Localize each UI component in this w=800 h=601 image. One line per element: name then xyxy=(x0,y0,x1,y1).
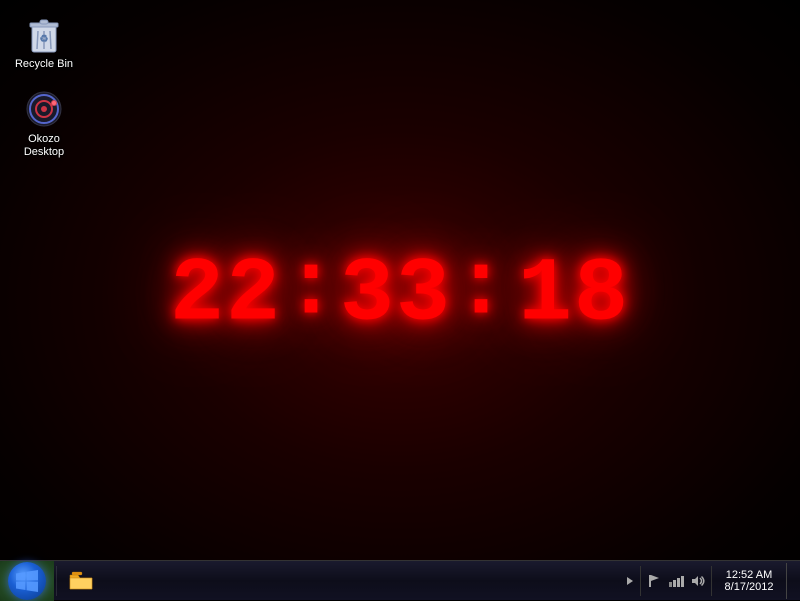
action-center-icon[interactable] xyxy=(645,572,663,590)
recycle-bin-icon[interactable]: ♻ Recycle Bin xyxy=(9,10,79,75)
windows-orb xyxy=(8,562,46,600)
taskbar-separator-1 xyxy=(56,566,57,596)
volume-icon[interactable] xyxy=(689,572,707,590)
clock-colon2: : xyxy=(454,245,508,335)
taskbar: 12:52 AM 8/17/2012 xyxy=(0,560,800,600)
clock-colon1: : xyxy=(284,245,338,335)
okozo-image xyxy=(24,89,64,129)
tray-date: 8/17/2012 xyxy=(725,581,774,593)
system-tray: 12:52 AM 8/17/2012 xyxy=(622,563,800,599)
tray-clock[interactable]: 12:52 AM 8/17/2012 xyxy=(714,569,784,593)
tray-icons-group xyxy=(640,566,712,596)
network-icon[interactable] xyxy=(667,572,685,590)
svg-text:♻: ♻ xyxy=(40,34,49,45)
clock-seconds: 18 xyxy=(518,251,630,341)
tray-time: 12:52 AM xyxy=(726,569,772,581)
start-button[interactable] xyxy=(0,561,54,601)
clock-display: 22 : 33 : 18 xyxy=(170,251,630,341)
show-hidden-icons-button[interactable] xyxy=(622,566,638,596)
okozo-desktop-icon[interactable]: Okozo Desktop xyxy=(9,85,79,163)
taskbar-explorer-icon[interactable] xyxy=(63,563,99,599)
clock-hours: 22 xyxy=(170,251,282,341)
clock-minutes: 33 xyxy=(340,251,452,341)
desktop: ♻ Recycle Bin Okozo Desktop 22 : 33 : 18 xyxy=(0,0,800,600)
recycle-bin-label: Recycle Bin xyxy=(13,58,75,71)
okozo-label: Okozo Desktop xyxy=(13,133,75,159)
show-desktop-button[interactable] xyxy=(786,563,792,599)
recycle-bin-image: ♻ xyxy=(24,14,64,54)
